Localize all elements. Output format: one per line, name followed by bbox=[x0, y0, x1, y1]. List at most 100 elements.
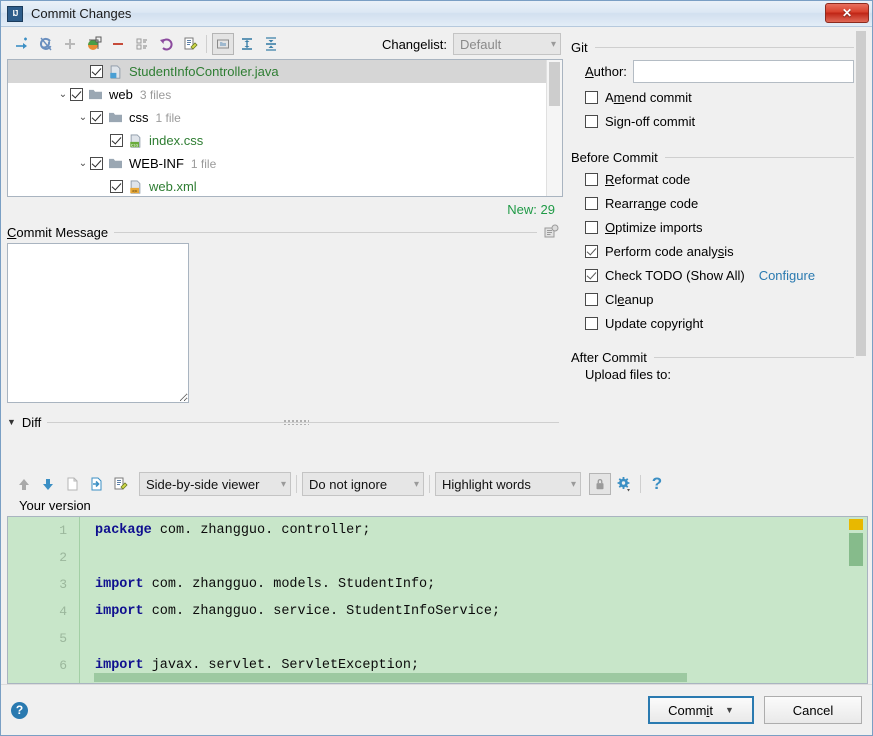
reformat-code-checkbox[interactable]: Reformat code bbox=[571, 167, 854, 191]
add-icon[interactable] bbox=[59, 33, 81, 55]
checkbox-box[interactable] bbox=[585, 115, 598, 128]
include-checkbox[interactable] bbox=[90, 65, 103, 78]
perform-code-analysis-checkbox[interactable]: Perform code analysis bbox=[571, 239, 854, 263]
sign-off-commit-checkbox[interactable]: Sign-off commit bbox=[571, 109, 854, 133]
changed-files-tree[interactable]: StudentInfoController.java⌄web3 files⌄cs… bbox=[7, 59, 563, 197]
message-history-icon[interactable] bbox=[543, 224, 559, 240]
right-panel-scrollbar[interactable] bbox=[854, 29, 868, 421]
resize-grip[interactable] bbox=[283, 419, 309, 425]
collapse-all-icon[interactable] bbox=[260, 33, 282, 55]
diff-code-viewer[interactable]: 1234567 package com. zhangguo. controlle… bbox=[7, 516, 868, 684]
upload-files-label: Upload files to: bbox=[571, 367, 854, 385]
expand-toggle-icon[interactable]: ⌄ bbox=[56, 89, 70, 100]
diff-viewer-select[interactable]: Side-by-side viewer ▾ bbox=[139, 472, 291, 496]
checkbox-box[interactable] bbox=[585, 173, 598, 186]
remove-icon[interactable] bbox=[107, 33, 129, 55]
question-icon[interactable]: ? bbox=[646, 473, 668, 495]
group-by-directory-icon[interactable] bbox=[212, 33, 234, 55]
toolbar-separator bbox=[640, 475, 641, 493]
toolbar-separator bbox=[429, 475, 430, 493]
collapse-triangle-icon[interactable]: ▼ bbox=[7, 417, 16, 427]
edit-source-icon[interactable] bbox=[179, 33, 201, 55]
tree-row[interactable]: StudentInfoController.java bbox=[8, 60, 546, 83]
tree-item-count: 1 file bbox=[156, 111, 181, 125]
accept-right-icon[interactable] bbox=[85, 473, 107, 495]
previous-difference-icon[interactable] bbox=[13, 473, 35, 495]
tree-scrollbar[interactable] bbox=[546, 60, 562, 196]
checkbox-box[interactable] bbox=[585, 197, 598, 210]
expand-all-icon[interactable] bbox=[236, 33, 258, 55]
diff-section-header[interactable]: ▼ Diff bbox=[7, 412, 563, 432]
check-todo-checkbox[interactable]: Check TODO (Show All)Configure bbox=[571, 263, 854, 287]
tree-row[interactable]: <>web.xml bbox=[8, 175, 546, 196]
amend-commit-label: Amend commit bbox=[605, 90, 692, 105]
checkbox-box[interactable] bbox=[585, 221, 598, 234]
update-copyright-checkbox[interactable]: Update copyright bbox=[571, 311, 854, 335]
tree-row[interactable]: ⌄css1 file bbox=[8, 106, 546, 129]
cleanup-label: Cleanup bbox=[605, 292, 653, 307]
code-vertical-scrollbar[interactable] bbox=[845, 517, 867, 683]
tree-row[interactable]: ⌄WEB-INF1 file bbox=[8, 152, 546, 175]
gear-icon[interactable] bbox=[613, 473, 635, 495]
amend-commit-checkbox[interactable]: Amend commit bbox=[571, 85, 854, 109]
after-commit-group-header: After Commit bbox=[571, 347, 854, 367]
line-number-gutter: 1234567 bbox=[8, 517, 80, 683]
question-glyph: ? bbox=[652, 474, 662, 494]
scroll-thumb[interactable] bbox=[849, 533, 863, 566]
app-icon: IJ bbox=[7, 6, 23, 22]
code-line[interactable]: import com. zhangguo. service. StudentIn… bbox=[95, 598, 843, 625]
close-button[interactable]: ✕ bbox=[825, 3, 869, 23]
code-horizontal-scrollbar[interactable] bbox=[94, 673, 687, 682]
include-checkbox[interactable] bbox=[110, 134, 123, 147]
code-line[interactable] bbox=[95, 625, 843, 652]
edit-source-icon[interactable] bbox=[109, 473, 131, 495]
expand-toggle-icon[interactable]: ⌄ bbox=[76, 158, 90, 169]
group-by-icon[interactable] bbox=[131, 33, 153, 55]
highlight-mode-select[interactable]: Highlight words ▾ bbox=[435, 472, 581, 496]
cleanup-checkbox[interactable]: Cleanup bbox=[571, 287, 854, 311]
include-checkbox[interactable] bbox=[90, 157, 103, 170]
checkbox-box[interactable] bbox=[585, 245, 598, 258]
code-content[interactable]: package com. zhangguo. controller; import… bbox=[81, 517, 843, 683]
author-field[interactable] bbox=[633, 60, 854, 83]
revert-icon[interactable] bbox=[155, 33, 177, 55]
move-to-changelist-icon[interactable] bbox=[83, 33, 105, 55]
refresh-icon[interactable] bbox=[35, 33, 57, 55]
git-group-header: Git bbox=[571, 37, 854, 57]
tree-rows: StudentInfoController.java⌄web3 files⌄cs… bbox=[8, 60, 546, 196]
optimize-imports-checkbox[interactable]: Optimize imports bbox=[571, 215, 854, 239]
css-file-icon: css bbox=[128, 133, 145, 148]
code-line[interactable] bbox=[95, 544, 843, 571]
checkbox-box[interactable] bbox=[585, 269, 598, 282]
rearrange-code-checkbox[interactable]: Rearrange code bbox=[571, 191, 854, 215]
tree-row[interactable]: ⌄web3 files bbox=[8, 83, 546, 106]
commit-message-input[interactable] bbox=[7, 243, 189, 403]
author-label: Author: bbox=[585, 64, 627, 79]
next-difference-icon[interactable] bbox=[37, 473, 59, 495]
include-checkbox[interactable] bbox=[110, 180, 123, 193]
code-line[interactable]: import com. zhangguo. models. StudentInf… bbox=[95, 571, 843, 598]
window-title: Commit Changes bbox=[31, 6, 131, 21]
commit-dropdown-arrow[interactable]: ▼ bbox=[725, 705, 734, 715]
tree-row[interactable]: cssindex.css bbox=[8, 129, 546, 152]
checkbox-box[interactable] bbox=[585, 91, 598, 104]
commit-button[interactable]: Commit ▼ bbox=[648, 696, 754, 724]
ignore-policy-select[interactable]: Do not ignore ▾ bbox=[302, 472, 424, 496]
cancel-button[interactable]: Cancel bbox=[764, 696, 862, 724]
show-diff-icon[interactable] bbox=[11, 33, 33, 55]
analysis-marker[interactable] bbox=[849, 519, 863, 530]
configure-link[interactable]: Configure bbox=[759, 268, 815, 283]
before-commit-group-title: Before Commit bbox=[571, 150, 658, 165]
include-checkbox[interactable] bbox=[90, 111, 103, 124]
code-line[interactable]: package com. zhangguo. controller; bbox=[95, 517, 843, 544]
include-checkbox[interactable] bbox=[70, 88, 83, 101]
expand-toggle-icon[interactable]: ⌄ bbox=[76, 112, 90, 123]
tree-item-count: 3 files bbox=[140, 88, 171, 102]
help-icon[interactable]: ? bbox=[11, 702, 28, 719]
checkbox-box[interactable] bbox=[585, 317, 598, 330]
checkbox-box[interactable] bbox=[585, 293, 598, 306]
lock-icon[interactable] bbox=[589, 473, 611, 495]
accept-left-icon[interactable] bbox=[61, 473, 83, 495]
changelist-select[interactable]: Default ▾ bbox=[453, 33, 561, 55]
commit-message-header: Commit Message bbox=[7, 221, 563, 243]
